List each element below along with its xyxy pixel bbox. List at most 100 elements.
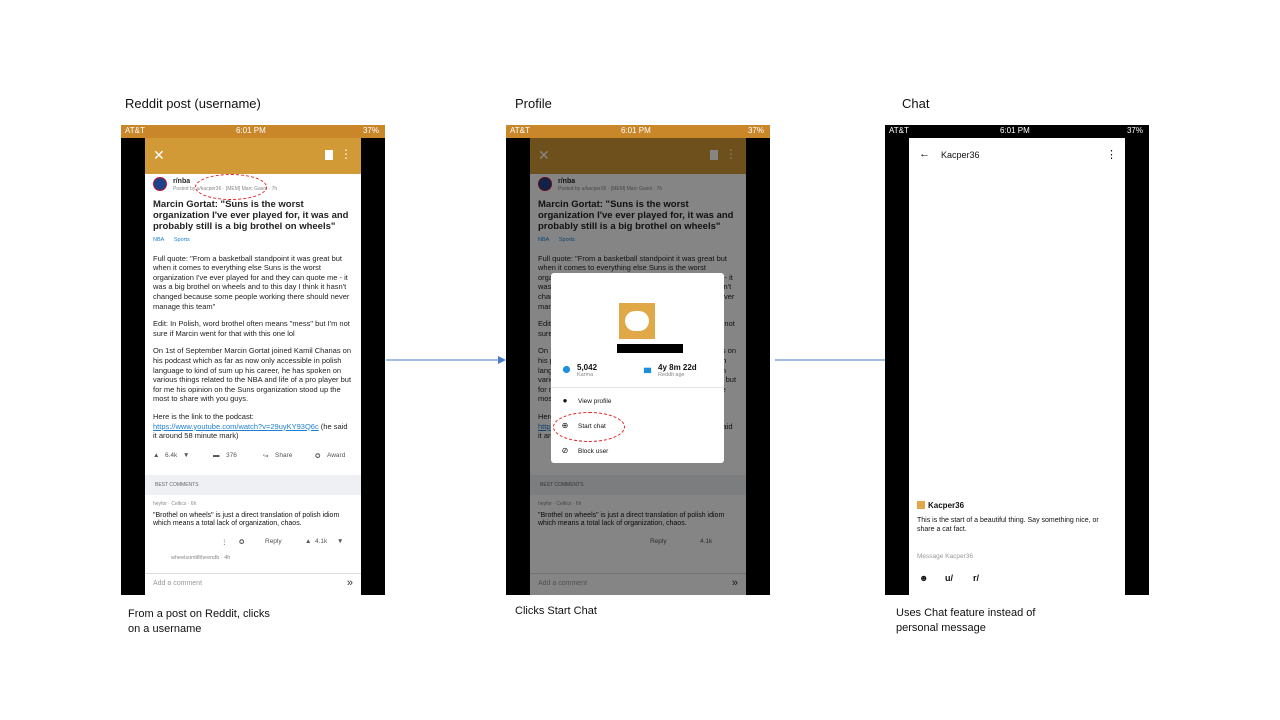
message-input[interactable]: Message Kacper36 [917, 553, 973, 560]
age-value: 4y 8m 22d [658, 363, 697, 372]
view-profile-item[interactable]: ● View profile [560, 396, 612, 405]
award-button[interactable]: Award [327, 452, 345, 459]
tag-nba[interactable]: NBA [153, 237, 164, 243]
chat-intro-username: Kacper36 [928, 501, 965, 510]
carrier-label: AT&T [889, 126, 909, 135]
redacted-username [617, 344, 683, 353]
comment-text: "Brothel on wheels" is just a direct tra… [153, 511, 340, 528]
status-bar: AT&T 6:01 PM 37% [885, 125, 1149, 138]
subreddit-avatar[interactable] [153, 177, 167, 191]
comment-meta[interactable]: heyfor · Celtics · 6h [153, 500, 353, 509]
comment-count[interactable]: 376 [226, 452, 237, 459]
profile-screen: ✕ ⋮ r/nba Posted by u/kacper36 · [MEM] M… [530, 125, 746, 595]
karma-label: Karma [577, 372, 594, 378]
chevron-double-down-icon[interactable]: » [347, 577, 353, 589]
chat-screen: ← Kacper36 ⋮ Kacper36 This is the start … [909, 125, 1125, 595]
award-icon[interactable]: ✪ [315, 452, 320, 460]
post-body: r/nba Posted by u/kacper36 · [MEM] Marc … [153, 177, 353, 449]
upvote-icon[interactable]: ▲ [153, 452, 159, 459]
sort-comments-bar[interactable]: BEST COMMENTS [145, 475, 361, 495]
time-label: 6:01 PM [1000, 126, 1030, 135]
subreddit-mention-button[interactable]: r/ [973, 573, 979, 583]
caption-reddit-post: Reddit post (username) [125, 96, 261, 111]
reply-meta[interactable]: wheelsontilltheendb · 4h [171, 555, 351, 561]
comment-icon[interactable]: ▬ [213, 452, 220, 459]
caption-chat: Chat [902, 96, 930, 111]
user-mention-button[interactable]: u/ [945, 573, 953, 583]
time-label: 6:01 PM [621, 126, 651, 135]
back-arrow-icon[interactable]: ← [919, 148, 930, 160]
time-label: 6:01 PM [236, 126, 266, 135]
comment: heyfor · Celtics · 6h "Brothel on wheels… [153, 500, 353, 529]
more-options-icon[interactable]: ⋮ [340, 147, 352, 161]
note-left-line1: From a post on Reddit, clicks [128, 608, 270, 620]
post-screen: ✕ ⋮ r/nba Posted by u/kacper36 · [MEM] M… [145, 125, 361, 595]
status-bar: AT&T 6:01 PM 37% [121, 125, 385, 138]
award-icon[interactable]: ✪ [239, 538, 244, 546]
profile-modal: 5,042 Karma 4y 8m 22d Reddit age ● View p… [551, 273, 724, 463]
carrier-label: AT&T [510, 126, 530, 135]
block-user-label: Block user [578, 448, 609, 455]
tag-sports[interactable]: Sports [174, 237, 190, 243]
note-right-line2: personal message [896, 622, 986, 634]
flow-arrow-2 [775, 356, 895, 364]
chat-intro-user: Kacper36 [917, 501, 1117, 510]
phone-chat: AT&T 6:01 PM 37% ← Kacper36 ⋮ Kacper36 T… [885, 125, 1149, 595]
bookmark-icon[interactable] [325, 150, 333, 160]
modal-divider [551, 387, 724, 388]
downvote-icon[interactable]: ▼ [337, 538, 343, 545]
status-bar: AT&T 6:01 PM 37% [506, 125, 770, 138]
sort-label[interactable]: BEST COMMENTS [155, 482, 199, 488]
block-icon: ⊘ [561, 446, 569, 455]
username-highlight [195, 174, 267, 200]
note-left-line2: on a username [128, 623, 202, 635]
upvote-icon[interactable]: ▲ [305, 538, 311, 545]
comment-vote-count: 4.1k [315, 538, 328, 545]
carrier-label: AT&T [125, 126, 145, 135]
user-icon: ● [562, 396, 568, 405]
share-button[interactable]: Share [275, 452, 292, 459]
share-icon[interactable]: ↪ [263, 452, 268, 460]
downvote-icon[interactable]: ▼ [183, 452, 189, 459]
post-paragraph: On 1st of September Marcin Gortat joined… [153, 346, 352, 404]
add-comment-bar[interactable]: Add a comment » [145, 573, 361, 595]
chat-intro-text: This is the start of a beautiful thing. … [917, 517, 1099, 533]
phone-profile: AT&T 6:01 PM 37% ✕ ⋮ r/nba Posted by u/k… [506, 125, 770, 595]
user-avatar [619, 303, 655, 339]
note-right-line1: Uses Chat feature instead of [896, 607, 1036, 619]
karma-icon [562, 365, 571, 374]
battery-label: 37% [362, 126, 379, 135]
age-label: Reddit age [658, 372, 685, 378]
snoo-face [625, 311, 649, 331]
emoji-icon[interactable]: ☻ [919, 573, 928, 583]
podcast-link[interactable]: https://www.youtube.com/watch?v=29uyKY93… [153, 422, 319, 431]
block-user-item[interactable]: ⊘ Block user [560, 446, 609, 455]
battery-label: 37% [1126, 126, 1143, 135]
chat-intro: Kacper36 This is the start of a beautifu… [917, 501, 1117, 534]
more-icon[interactable]: ⋮ [221, 538, 228, 546]
reply-button[interactable]: Reply [265, 538, 282, 545]
caption-profile: Profile [515, 96, 552, 111]
post-tags: NBA Sports [153, 236, 353, 246]
post-paragraph-link: Here is the link to the podcast: https:/… [153, 412, 353, 441]
note-right: Uses Chat feature instead of personal me… [896, 606, 1035, 636]
post-paragraph: Full quote: "From a basketball standpoin… [153, 253, 350, 311]
battery-label: 37% [747, 126, 764, 135]
phone-reddit-post: AT&T 6:01 PM 37% ✕ ⋮ r/nba Posted by u/k… [121, 125, 385, 595]
close-icon[interactable]: ✕ [153, 147, 165, 164]
vote-count: 6.4k [165, 452, 178, 459]
view-profile-label: View profile [578, 398, 612, 405]
karma-stat: 5,042 Karma [577, 363, 597, 378]
post-title: Marcin Gortat: "Suns is the worst organi… [153, 199, 349, 232]
chat-header: ← Kacper36 ⋮ [909, 138, 1125, 172]
note-middle: Clicks Start Chat [515, 605, 597, 617]
more-options-icon[interactable]: ⋮ [1106, 148, 1117, 161]
chat-username[interactable]: Kacper36 [941, 150, 980, 160]
post-paragraph: Edit: In Polish, word brothel often mean… [153, 319, 350, 338]
karma-value: 5,042 [577, 363, 598, 372]
cake-icon [643, 367, 652, 374]
start-chat-highlight [553, 412, 625, 442]
add-comment-input[interactable]: Add a comment [153, 580, 202, 587]
flow-arrow-1 [386, 356, 506, 364]
post-toolbar: ✕ ⋮ [145, 138, 361, 174]
